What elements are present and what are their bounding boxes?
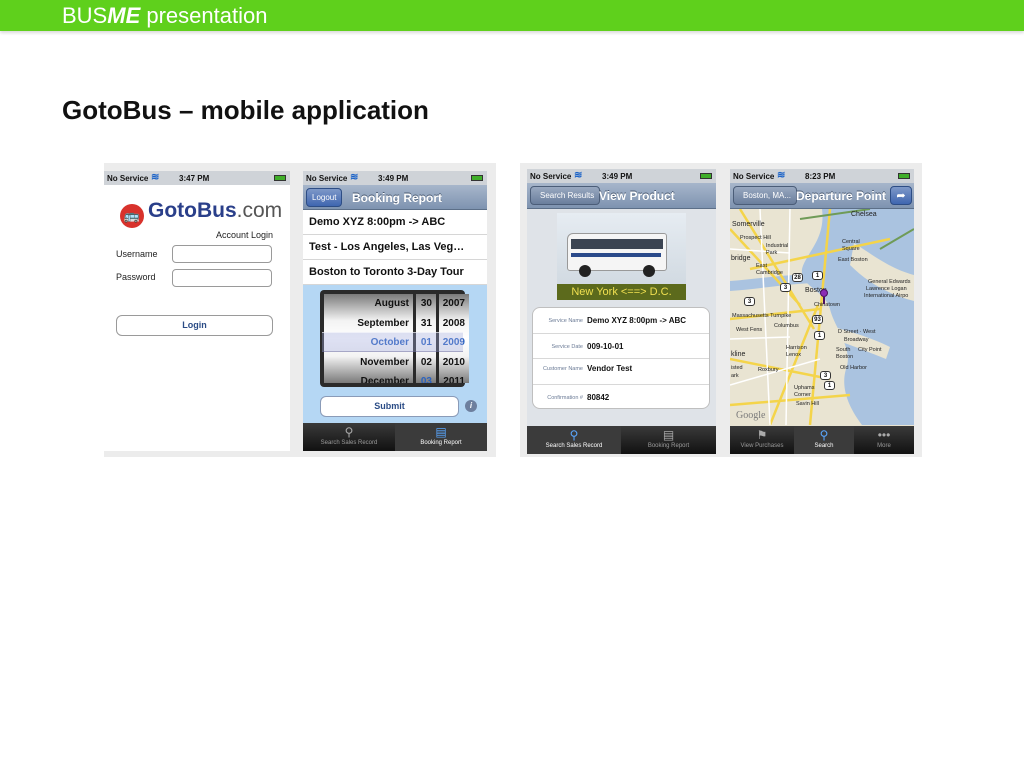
picker-selection-band: [322, 332, 463, 352]
gotobus-logo: 🚌 GotoBus.com: [120, 199, 282, 228]
bus-icon: ▤: [435, 425, 447, 439]
page-title: GotoBus – mobile application: [62, 95, 429, 125]
back-button[interactable]: Search Results: [530, 186, 601, 205]
detail-row: Customer Name Vendor Test: [533, 359, 709, 385]
nav-bar: Logout Booking Report: [303, 185, 487, 210]
search-icon: ⚲: [569, 428, 579, 442]
nav-bar: Search Results View Product: [527, 183, 716, 209]
tab-search-sales-record[interactable]: ⚲ Search Sales Record: [527, 426, 621, 454]
tab-more[interactable]: ••• More: [854, 426, 914, 454]
battery-icon: [898, 173, 910, 179]
tab-booking-report[interactable]: ▤ Booking Report: [621, 426, 716, 454]
nav-bar: Boston, MA... Departure Point ➦: [730, 183, 914, 209]
share-icon: ➦: [896, 190, 906, 202]
nav-title: Departure Point: [796, 189, 887, 203]
date-picker[interactable]: August September October November Decemb…: [320, 290, 469, 387]
status-bar: No Service ≋ 8:23 PM: [730, 169, 914, 183]
phone-departure-point: No Service ≋ 8:23 PM Boston, MA... Depar…: [730, 169, 914, 454]
back-button[interactable]: Boston, MA...: [733, 186, 798, 205]
tab-bar: ⚲ Search Sales Record ▤ Booking Report: [527, 426, 716, 454]
tab-bar: ⚑ View Purchases ⚲ Search ••• More: [730, 426, 914, 454]
phone-view-product: No Service ≋ 3:49 PM Search Results View…: [527, 169, 716, 454]
phone-booking-report: No Service ≋ 3:49 PM Logout Booking Repo…: [303, 171, 487, 451]
route-shield: 28: [792, 273, 803, 282]
more-icon: •••: [877, 428, 891, 442]
date-picker-area: August September October November Decemb…: [303, 285, 487, 421]
password-field[interactable]: [172, 269, 272, 287]
header-title: BUSME presentation: [62, 3, 268, 28]
route-shield: 3: [780, 283, 791, 292]
nav-title: View Product: [599, 189, 675, 203]
status-bar: No Service ≋ 3:49 PM: [303, 171, 487, 185]
bus-icon: ▤: [662, 428, 675, 442]
google-logo: Google: [736, 410, 766, 421]
route-shield: 1: [814, 331, 825, 340]
phone-login: No Service ≋ 3:47 PM 🚌 GotoBus.com Accoun…: [104, 171, 290, 451]
status-bar: No Service ≋ 3:47 PM: [104, 171, 290, 185]
departure-pin-icon[interactable]: [820, 289, 828, 297]
route-shield: 1: [812, 271, 823, 280]
submit-button[interactable]: Submit: [320, 396, 459, 417]
username-label: Username: [116, 249, 158, 259]
battery-icon: [700, 173, 712, 179]
list-item[interactable]: Test - Los Angeles, Las Veg…: [303, 235, 487, 260]
product-details-card: Service Name Demo XYZ 8:00pm -> ABC Serv…: [532, 307, 710, 409]
search-icon: ⚲: [344, 425, 354, 439]
bus-photo: New York <==> D.C.: [557, 213, 686, 300]
route-caption: New York <==> D.C.: [557, 284, 686, 300]
wifi-icon: ≋: [574, 170, 583, 181]
list-item[interactable]: Boston to Toronto 3-Day Tour: [303, 260, 487, 285]
route-shield: 3: [820, 371, 831, 380]
tab-search-sales-record[interactable]: ⚲ Search Sales Record: [303, 423, 395, 451]
logout-button[interactable]: Logout: [306, 188, 343, 207]
tab-search[interactable]: ⚲ Search: [794, 426, 854, 454]
route-shield: 1: [824, 381, 835, 390]
header-bar: BUSME presentation: [0, 0, 1024, 31]
slide: BUSME presentation GotoBus – mobile appl…: [0, 0, 1024, 768]
wifi-icon: ≋: [151, 172, 160, 183]
map-view[interactable]: Chelsea Somerville Prospect Hill Industr…: [730, 209, 914, 425]
detail-row: Confirmation # 80842: [547, 392, 610, 402]
bus-logo-icon: 🚌: [120, 204, 144, 228]
wifi-icon: ≋: [777, 170, 786, 181]
tab-bar: ⚲ Search Sales Record ▤ Booking Report: [303, 423, 487, 451]
battery-icon: [471, 175, 483, 181]
route-shield: 3: [744, 297, 755, 306]
tab-view-purchases[interactable]: ⚑ View Purchases: [730, 426, 794, 454]
wifi-icon: ≋: [350, 172, 359, 183]
detail-row: Service Date 009-10-01: [533, 334, 709, 359]
tag-icon: ⚑: [756, 428, 768, 442]
username-field[interactable]: [172, 245, 272, 263]
battery-icon: [274, 175, 286, 181]
search-icon: ⚲: [819, 428, 829, 442]
share-button[interactable]: ➦: [890, 186, 912, 205]
password-label: Password: [116, 272, 156, 282]
detail-row: Service Name Demo XYZ 8:00pm -> ABC: [533, 308, 709, 334]
route-shield: 93: [812, 315, 823, 324]
nav-title: Booking Report: [352, 191, 442, 205]
login-button[interactable]: Login: [116, 315, 273, 336]
account-login-label: Account Login: [215, 230, 273, 240]
list-item[interactable]: Demo XYZ 8:00pm -> ABC: [303, 210, 487, 235]
info-icon[interactable]: i: [465, 400, 477, 412]
status-bar: No Service ≋ 3:49 PM: [527, 169, 716, 183]
tab-booking-report[interactable]: ▤ Booking Report: [395, 423, 487, 451]
